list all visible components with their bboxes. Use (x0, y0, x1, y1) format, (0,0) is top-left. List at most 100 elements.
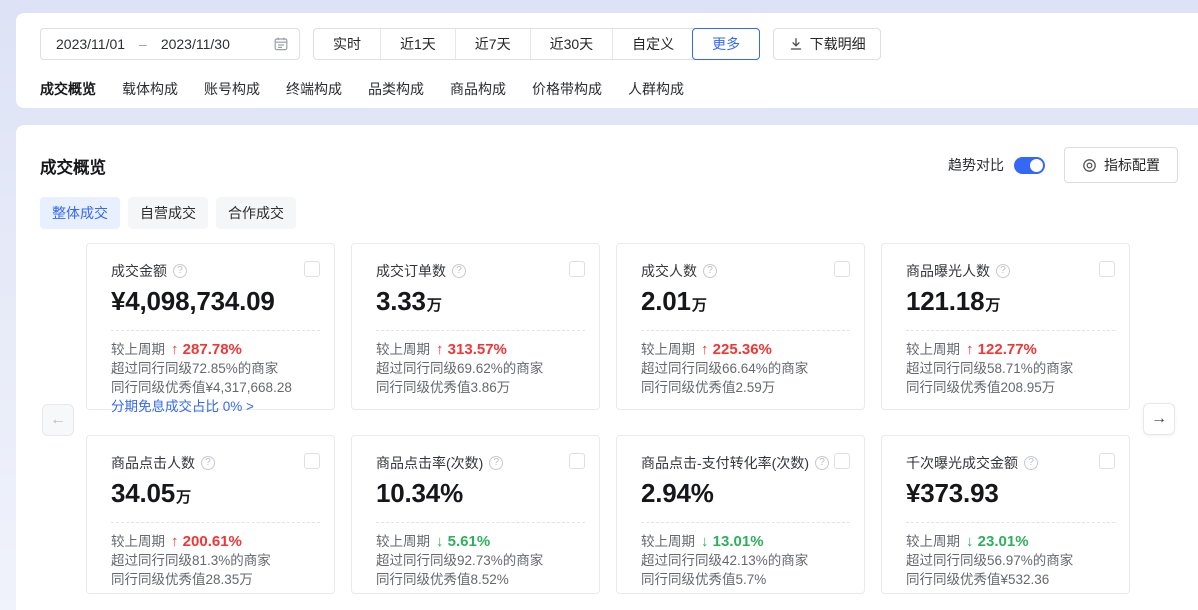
metric-card-click-pay-conversion: 商品点击-支付转化率(次数) ? 2.94% 较上周期 ↓ 13.01% 超过同行… (616, 435, 865, 594)
quick-range-30d[interactable]: 近30天 (529, 29, 613, 59)
metric-card-deal-amount: 成交金额 ? ¥4,098,734.09 较上周期 ↑ 287.78% 超过同行同… (86, 243, 335, 414)
carousel-prev-button[interactable]: ← (42, 404, 74, 436)
peer-line: 超过同行同级81.3%的商家 (111, 553, 271, 568)
metric-checkbox[interactable] (1099, 261, 1115, 277)
quick-range-custom[interactable]: 自定义 (612, 29, 693, 59)
metric-card-order-count: 成交订单数 ? 3.33万 较上周期 ↑ 313.57% 超过同行同级69.62%… (351, 243, 600, 410)
peer-line: 超过同行同级66.64%的商家 (641, 361, 809, 376)
help-icon[interactable]: ? (996, 264, 1010, 278)
compare-line: 较上周期 ↓ 13.01% (641, 533, 764, 550)
panel-title: 成交概览 (40, 159, 106, 177)
divider (641, 522, 850, 523)
tab-product[interactable]: 商品构成 (450, 79, 506, 99)
change-value: ↑ 200.61% (171, 533, 242, 550)
metric-config-button[interactable]: 指标配置 (1064, 147, 1178, 183)
quick-range-realtime[interactable]: 实时 (314, 29, 380, 59)
metric-title: 成交金额 (111, 263, 167, 279)
divider (641, 330, 850, 331)
config-icon (1082, 158, 1097, 173)
trend-compare-toggle[interactable] (1014, 156, 1045, 174)
metric-value: 2.01万 (641, 286, 707, 316)
peer-line: 超过同行同级69.62%的商家 (376, 361, 544, 376)
metric-checkbox[interactable] (304, 261, 320, 277)
metric-title: 商品点击-支付转化率(次数) (641, 455, 809, 471)
excellent-line: 同行同级优秀值208.95万 (906, 380, 1056, 395)
tab-terminal[interactable]: 终端构成 (286, 79, 342, 99)
help-icon[interactable]: ? (815, 456, 829, 470)
metric-checkbox[interactable] (834, 453, 850, 469)
compare-line: 较上周期 ↓ 23.01% (906, 533, 1029, 550)
help-icon[interactable]: ? (201, 456, 215, 470)
calendar-icon[interactable] (273, 36, 289, 52)
section-tabs: 成交概览 载体构成 账号构成 终端构成 品类构成 商品构成 价格带构成 人群构成 (40, 79, 684, 99)
peer-line: 超过同行同级72.85%的商家 (111, 361, 279, 376)
compare-line: 较上周期 ↑ 200.61% (111, 533, 242, 550)
date-range-picker[interactable]: 2023/11/01 – 2023/11/30 (40, 28, 300, 60)
excellent-line: 同行同级优秀值8.52% (376, 572, 509, 587)
subtab-overall[interactable]: 整体成交 (40, 197, 120, 229)
quick-range-more[interactable]: 更多 (692, 28, 761, 60)
excellent-line: 同行同级优秀值3.86万 (376, 380, 511, 395)
divider (906, 330, 1115, 331)
deal-overview-panel: 成交概览 趋势对比 指标配置 整体成交 自营成交 合作成交 成交金额 ? ¥4,… (16, 125, 1198, 610)
change-value: ↓ 5.61% (436, 533, 491, 550)
tab-account[interactable]: 账号构成 (204, 79, 260, 99)
help-icon[interactable]: ? (173, 264, 187, 278)
filter-bar: 2023/11/01 – 2023/11/30 实时 近1天 近7天 近30天 … (16, 13, 1198, 108)
subtab-self-operated[interactable]: 自营成交 (128, 197, 208, 229)
compare-line: 较上周期 ↑ 122.77% (906, 341, 1037, 358)
date-start[interactable]: 2023/11/01 (56, 36, 125, 52)
metric-checkbox[interactable] (569, 453, 585, 469)
divider (906, 522, 1115, 523)
config-label: 指标配置 (1104, 157, 1160, 173)
peer-line: 超过同行同级58.71%的商家 (906, 361, 1074, 376)
tab-price-band[interactable]: 价格带构成 (532, 79, 602, 99)
metric-value: ¥4,098,734.09 (111, 286, 275, 316)
tab-audience[interactable]: 人群构成 (628, 79, 684, 99)
date-separator: – (139, 36, 147, 52)
right-arrow-icon: → (1151, 410, 1167, 427)
tab-carrier[interactable]: 载体构成 (122, 79, 178, 99)
metric-checkbox[interactable] (834, 261, 850, 277)
metric-checkbox[interactable] (569, 261, 585, 277)
change-value: ↓ 23.01% (966, 533, 1029, 550)
metric-card-cpm-deal-amount: 千次曝光成交金额 ? ¥373.93 较上周期 ↓ 23.01% 超过同行同级56… (881, 435, 1130, 594)
metric-value: 34.05万 (111, 478, 191, 508)
filter-controls: 2023/11/01 – 2023/11/30 实时 近1天 近7天 近30天 … (40, 28, 882, 60)
help-icon[interactable]: ? (703, 264, 717, 278)
subtab-cooperative[interactable]: 合作成交 (216, 197, 296, 229)
installment-link[interactable]: 分期免息成交占比 0% > (111, 397, 320, 416)
metric-cards-grid: 成交金额 ? ¥4,098,734.09 较上周期 ↑ 287.78% 超过同行同… (86, 243, 1130, 594)
help-icon[interactable]: ? (489, 456, 504, 470)
download-detail-button[interactable]: 下载明细 (773, 28, 882, 60)
metric-checkbox[interactable] (1099, 453, 1115, 469)
metric-title: 商品曝光人数 (906, 263, 990, 279)
date-end[interactable]: 2023/11/30 (161, 36, 230, 52)
toggle-knob (1030, 158, 1043, 172)
excellent-line: 同行同级优秀值2.59万 (641, 380, 776, 395)
metric-title: 商品点击率(次数) (376, 455, 484, 471)
quick-range-7d[interactable]: 近7天 (454, 29, 530, 59)
panel-header-actions: 趋势对比 指标配置 (948, 147, 1178, 183)
metric-title: 商品点击人数 (111, 455, 195, 471)
metric-card-exposure-users: 商品曝光人数 ? 121.18万 较上周期 ↑ 122.77% 超过同行同级58.… (881, 243, 1130, 410)
peer-line: 超过同行同级56.97%的商家 (906, 553, 1074, 568)
help-icon[interactable]: ? (452, 264, 466, 278)
metric-value: 3.33万 (376, 286, 442, 316)
quick-range-1d[interactable]: 近1天 (380, 29, 455, 59)
deal-scope-subtabs: 整体成交 自营成交 合作成交 (40, 197, 296, 229)
metric-value: ¥373.93 (906, 478, 999, 508)
metric-card-click-users: 商品点击人数 ? 34.05万 较上周期 ↑ 200.61% 超过同行同级81.3… (86, 435, 335, 594)
tab-deal-overview[interactable]: 成交概览 (40, 79, 96, 99)
divider (111, 330, 320, 331)
left-arrow-icon: ← (50, 411, 66, 428)
tab-category[interactable]: 品类构成 (368, 79, 424, 99)
metric-title: 千次曝光成交金额 (906, 455, 1018, 471)
change-value: ↓ 13.01% (701, 533, 764, 550)
carousel-next-button[interactable]: → (1143, 403, 1175, 435)
metric-checkbox[interactable] (304, 453, 320, 469)
excellent-line: 同行同级优秀值5.7% (641, 572, 767, 587)
help-icon[interactable]: ? (1024, 456, 1038, 470)
divider (376, 330, 585, 331)
download-icon (789, 37, 803, 51)
